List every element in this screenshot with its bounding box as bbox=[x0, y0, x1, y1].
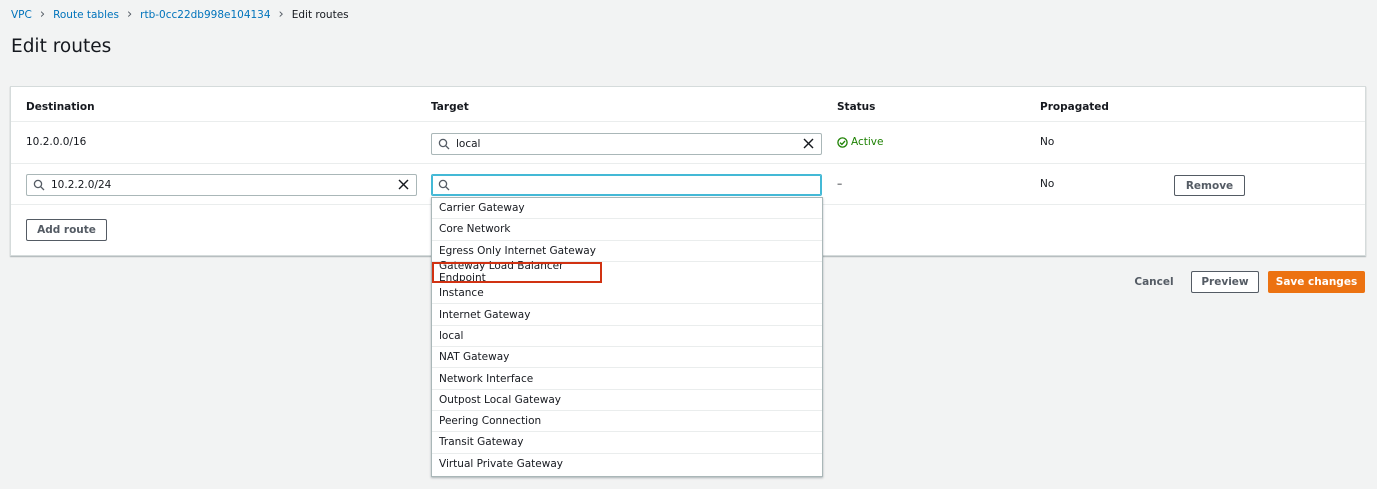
dropdown-option[interactable]: Carrier Gateway bbox=[432, 198, 822, 220]
breadcrumb-vpc[interactable]: VPC bbox=[11, 9, 32, 21]
check-circle-icon bbox=[837, 136, 848, 148]
target-search-input[interactable] bbox=[431, 174, 822, 196]
column-header-status: Status bbox=[837, 101, 876, 113]
column-header-target: Target bbox=[431, 101, 469, 113]
target-input[interactable]: local bbox=[431, 133, 822, 155]
chevron-right-icon: › bbox=[278, 7, 284, 22]
divider bbox=[11, 121, 1365, 122]
search-icon bbox=[438, 138, 450, 150]
search-icon bbox=[33, 179, 45, 191]
dropdown-option[interactable]: Internet Gateway bbox=[432, 304, 822, 326]
dropdown-option[interactable]: Network Interface bbox=[432, 368, 822, 390]
status-text: Active bbox=[851, 136, 884, 148]
dropdown-option[interactable]: Instance bbox=[432, 283, 822, 305]
dropdown-option[interactable]: Peering Connection bbox=[432, 411, 822, 433]
breadcrumb-route-tables[interactable]: Route tables bbox=[53, 9, 119, 21]
page-title: Edit routes bbox=[11, 36, 112, 57]
column-header-destination: Destination bbox=[26, 101, 95, 113]
preview-button[interactable]: Preview bbox=[1191, 271, 1259, 293]
target-dropdown: Carrier Gateway Core Network Egress Only… bbox=[431, 197, 823, 477]
remove-button[interactable]: Remove bbox=[1174, 175, 1245, 196]
dropdown-option-highlighted[interactable]: Gateway Load Balancer Endpoint bbox=[432, 260, 602, 284]
clear-icon[interactable] bbox=[397, 178, 410, 191]
breadcrumb-route-table-id[interactable]: rtb-0cc22db998e104134 bbox=[140, 9, 270, 21]
dropdown-option[interactable]: Core Network bbox=[432, 219, 822, 241]
dropdown-option[interactable]: NAT Gateway bbox=[432, 347, 822, 369]
target-input-value: local bbox=[456, 138, 481, 150]
dropdown-option[interactable]: Egress Only Internet Gateway bbox=[432, 241, 822, 262]
breadcrumb: VPC › Route tables › rtb-0cc22db998e1041… bbox=[11, 7, 349, 22]
divider bbox=[11, 163, 1365, 164]
dropdown-option[interactable]: local bbox=[432, 326, 822, 348]
chevron-right-icon: › bbox=[39, 7, 46, 22]
dropdown-option[interactable]: Transit Gateway bbox=[432, 432, 822, 454]
breadcrumb-current: Edit routes bbox=[291, 9, 349, 21]
add-route-button[interactable]: Add route bbox=[26, 219, 107, 241]
column-header-propagated: Propagated bbox=[1040, 101, 1109, 113]
dropdown-option[interactable]: Outpost Local Gateway bbox=[432, 390, 822, 411]
search-icon bbox=[438, 179, 450, 191]
destination-input-value: 10.2.2.0/24 bbox=[51, 179, 112, 191]
save-changes-button[interactable]: Save changes bbox=[1268, 271, 1365, 293]
clear-icon[interactable] bbox=[802, 137, 815, 150]
route-propagated: No bbox=[1040, 178, 1055, 190]
status-badge: Active bbox=[837, 136, 883, 148]
dropdown-option[interactable]: Virtual Private Gateway bbox=[432, 454, 822, 475]
destination-input[interactable]: 10.2.2.0/24 bbox=[26, 174, 417, 196]
cancel-button[interactable]: Cancel bbox=[1128, 271, 1180, 293]
route-destination: 10.2.0.0/16 bbox=[26, 136, 87, 148]
chevron-right-icon: › bbox=[126, 7, 133, 22]
route-propagated: No bbox=[1040, 136, 1055, 148]
route-status: – bbox=[837, 178, 843, 190]
